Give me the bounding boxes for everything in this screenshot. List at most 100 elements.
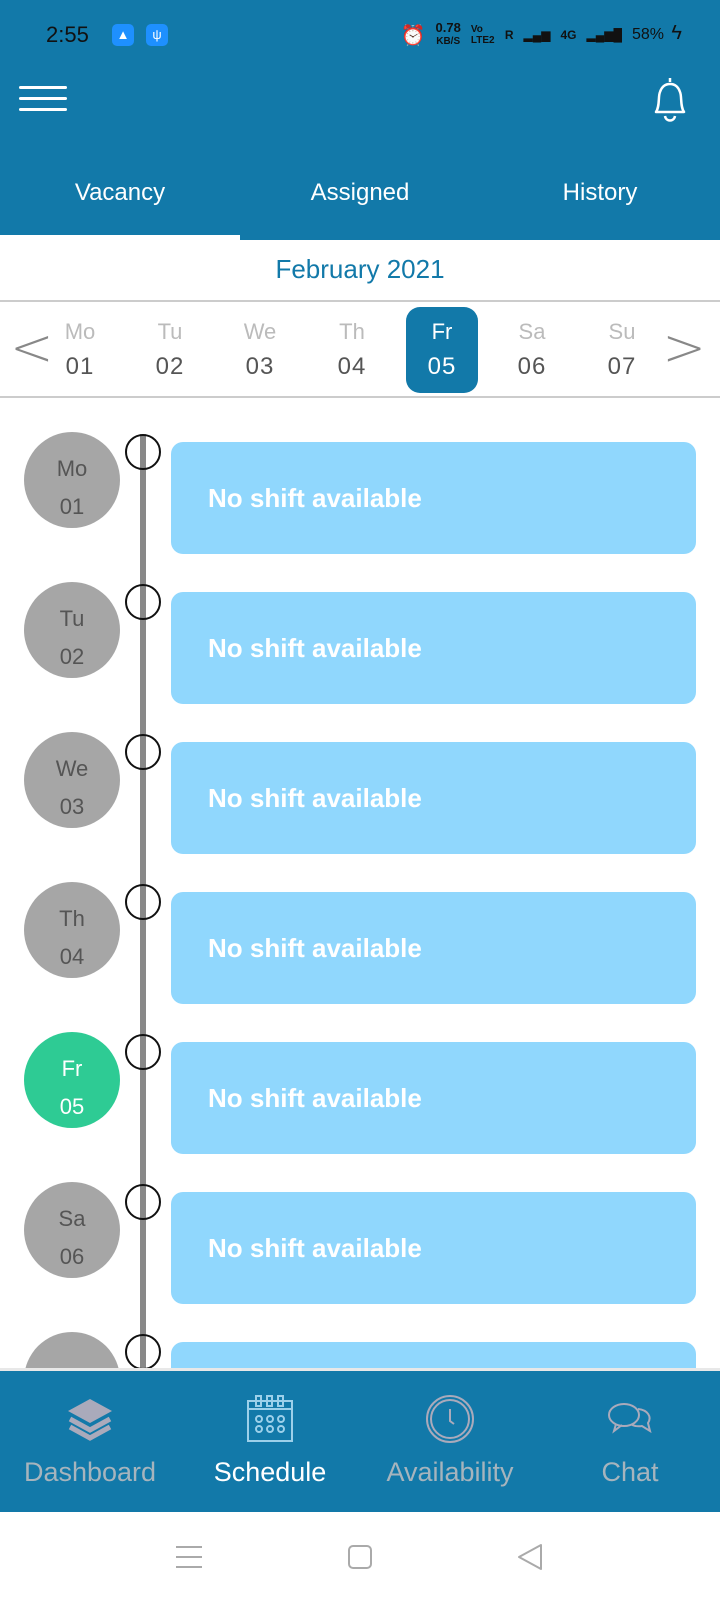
roaming-label: R	[504, 28, 514, 42]
alarm-icon: ⏰	[400, 24, 426, 47]
timeline-row: Fr 05 No shift available	[0, 1032, 720, 1154]
charging-icon: ϟ	[671, 22, 682, 44]
timeline-list[interactable]: Mo 01 No shift available Tu 02 No shift avail…	[0, 398, 720, 1368]
system-nav-bar	[0, 1512, 720, 1600]
tab-assigned[interactable]: Assigned	[240, 168, 480, 240]
timeline-row: We 03 No shift available	[0, 732, 720, 854]
timeline-node-icon	[125, 884, 161, 920]
calendar-icon	[247, 1395, 293, 1442]
day-number: 06	[59, 1244, 85, 1269]
day-circle: Sa 06	[24, 1182, 120, 1278]
clock-icon	[426, 1395, 474, 1443]
network-type: 4G	[560, 28, 577, 42]
volte-label: Vo LTE2	[470, 24, 495, 46]
timeline-node-icon	[125, 1184, 161, 1220]
home-icon[interactable]	[345, 1542, 375, 1572]
tab-history[interactable]: History	[480, 168, 720, 240]
shift-card[interactable]	[171, 1342, 696, 1368]
day-circle: Fr 05	[24, 1032, 120, 1128]
bell-icon[interactable]	[648, 74, 692, 126]
day-number: 04	[337, 353, 367, 380]
timeline-row: Th 04 No shift available	[0, 882, 720, 1004]
weekday-label: Tu	[59, 606, 85, 631]
usb-icon: ψ	[146, 24, 168, 46]
nav-dashboard[interactable]: Dashboard	[0, 1371, 180, 1512]
week-day-su[interactable]: Su 07	[586, 307, 658, 393]
battery-level: 58%	[631, 26, 664, 43]
week-day-th[interactable]: Th 04	[316, 307, 388, 393]
shift-card[interactable]: No shift available	[171, 592, 696, 704]
week-strip: < > Mo 01 Tu 02 We 03 Th 04 Fr 05 Sa 06 Su 07	[0, 302, 720, 398]
status-bar: 2:55 ▲ ψ ⏰ 0.78 KB/S Vo LTE2 R ▂▄▆ 4G ▂▄▆…	[0, 0, 720, 68]
nav-label: Availability	[386, 1457, 514, 1487]
android-icon: ▲	[112, 24, 134, 46]
tab-vacancy[interactable]: Vacancy	[0, 168, 240, 240]
day-number: 05	[427, 353, 457, 380]
day-number: 03	[59, 794, 85, 819]
weekday-label: Th	[339, 319, 365, 344]
day-number: 01	[65, 353, 95, 380]
week-day-sa[interactable]: Sa 06	[496, 307, 568, 393]
nav-chat[interactable]: Chat	[540, 1371, 720, 1512]
nav-availability[interactable]: Availability	[360, 1371, 540, 1512]
menu-icon[interactable]	[19, 78, 67, 120]
timeline-node-icon	[125, 584, 161, 620]
weekday-label: Tu	[157, 319, 183, 344]
day-number: 07	[607, 353, 637, 380]
day-number: 01	[59, 494, 85, 519]
weekday-label: We	[243, 319, 277, 344]
day-number: 02	[155, 353, 185, 380]
network-speed: 0.78	[435, 20, 461, 35]
timeline-node-icon	[125, 1334, 161, 1368]
timeline-row: Sa 06 No shift available	[0, 1182, 720, 1304]
nav-label: Chat	[601, 1457, 659, 1487]
nav-label: Schedule	[213, 1457, 327, 1487]
weekday-label: Sa	[58, 1206, 86, 1231]
next-week-arrow-icon[interactable]: >	[662, 320, 706, 376]
weekday-label: Mo	[56, 456, 88, 481]
nav-label: Dashboard	[23, 1457, 157, 1487]
day-circle: Mo 01	[24, 432, 120, 528]
weekday-label: Sa	[518, 319, 546, 344]
week-day-tu[interactable]: Tu 02	[134, 307, 206, 393]
timeline-row	[0, 1332, 720, 1368]
shift-card[interactable]: No shift available	[171, 1192, 696, 1304]
weekday-label: Fr	[61, 1056, 83, 1081]
weekday-label: Fr	[431, 319, 453, 344]
app-header: Vacancy Assigned History	[0, 68, 720, 240]
day-circle: Th 04	[24, 882, 120, 978]
recents-menu-icon[interactable]	[174, 1542, 204, 1572]
signal-icon: ▂▄▆	[523, 28, 551, 42]
month-label: February 2021	[0, 240, 720, 302]
timeline-row: Mo 01 No shift available	[0, 432, 720, 554]
day-circle: We 03	[24, 732, 120, 828]
week-day-we[interactable]: We 03	[224, 307, 296, 393]
timeline-node-icon	[125, 734, 161, 770]
shift-card[interactable]: No shift available	[171, 892, 696, 1004]
shift-card[interactable]: No shift available	[171, 742, 696, 854]
shift-card[interactable]: No shift available	[171, 442, 696, 554]
week-day-fr[interactable]: Fr 05	[406, 307, 478, 393]
back-icon[interactable]	[515, 1542, 545, 1572]
weekday-label: We	[55, 756, 89, 781]
day-number: 02	[59, 644, 85, 669]
timeline-row: Tu 02 No shift available	[0, 582, 720, 704]
day-number: 04	[59, 944, 85, 969]
day-circle: Tu 02	[24, 582, 120, 678]
timeline-node-icon	[125, 1034, 161, 1070]
nav-schedule[interactable]: Schedule	[180, 1371, 360, 1512]
shift-card[interactable]: No shift available	[171, 1042, 696, 1154]
day-circle	[24, 1332, 120, 1368]
status-time: 2:55	[46, 22, 89, 47]
bottom-nav: Dashboard Schedule Availability Chat	[0, 1368, 720, 1512]
weekday-label: Su	[608, 319, 636, 344]
week-day-mo[interactable]: Mo 01	[44, 307, 116, 393]
day-number: 03	[245, 353, 275, 380]
speed-unit: KB/S	[436, 36, 461, 47]
signal-icon: ▂▄▆█	[586, 28, 622, 42]
weekday-label: Th	[59, 906, 85, 931]
weekday-label: Mo	[64, 319, 96, 344]
layers-icon	[68, 1399, 112, 1441]
day-number: 06	[517, 353, 547, 380]
chat-icon	[608, 1403, 652, 1434]
